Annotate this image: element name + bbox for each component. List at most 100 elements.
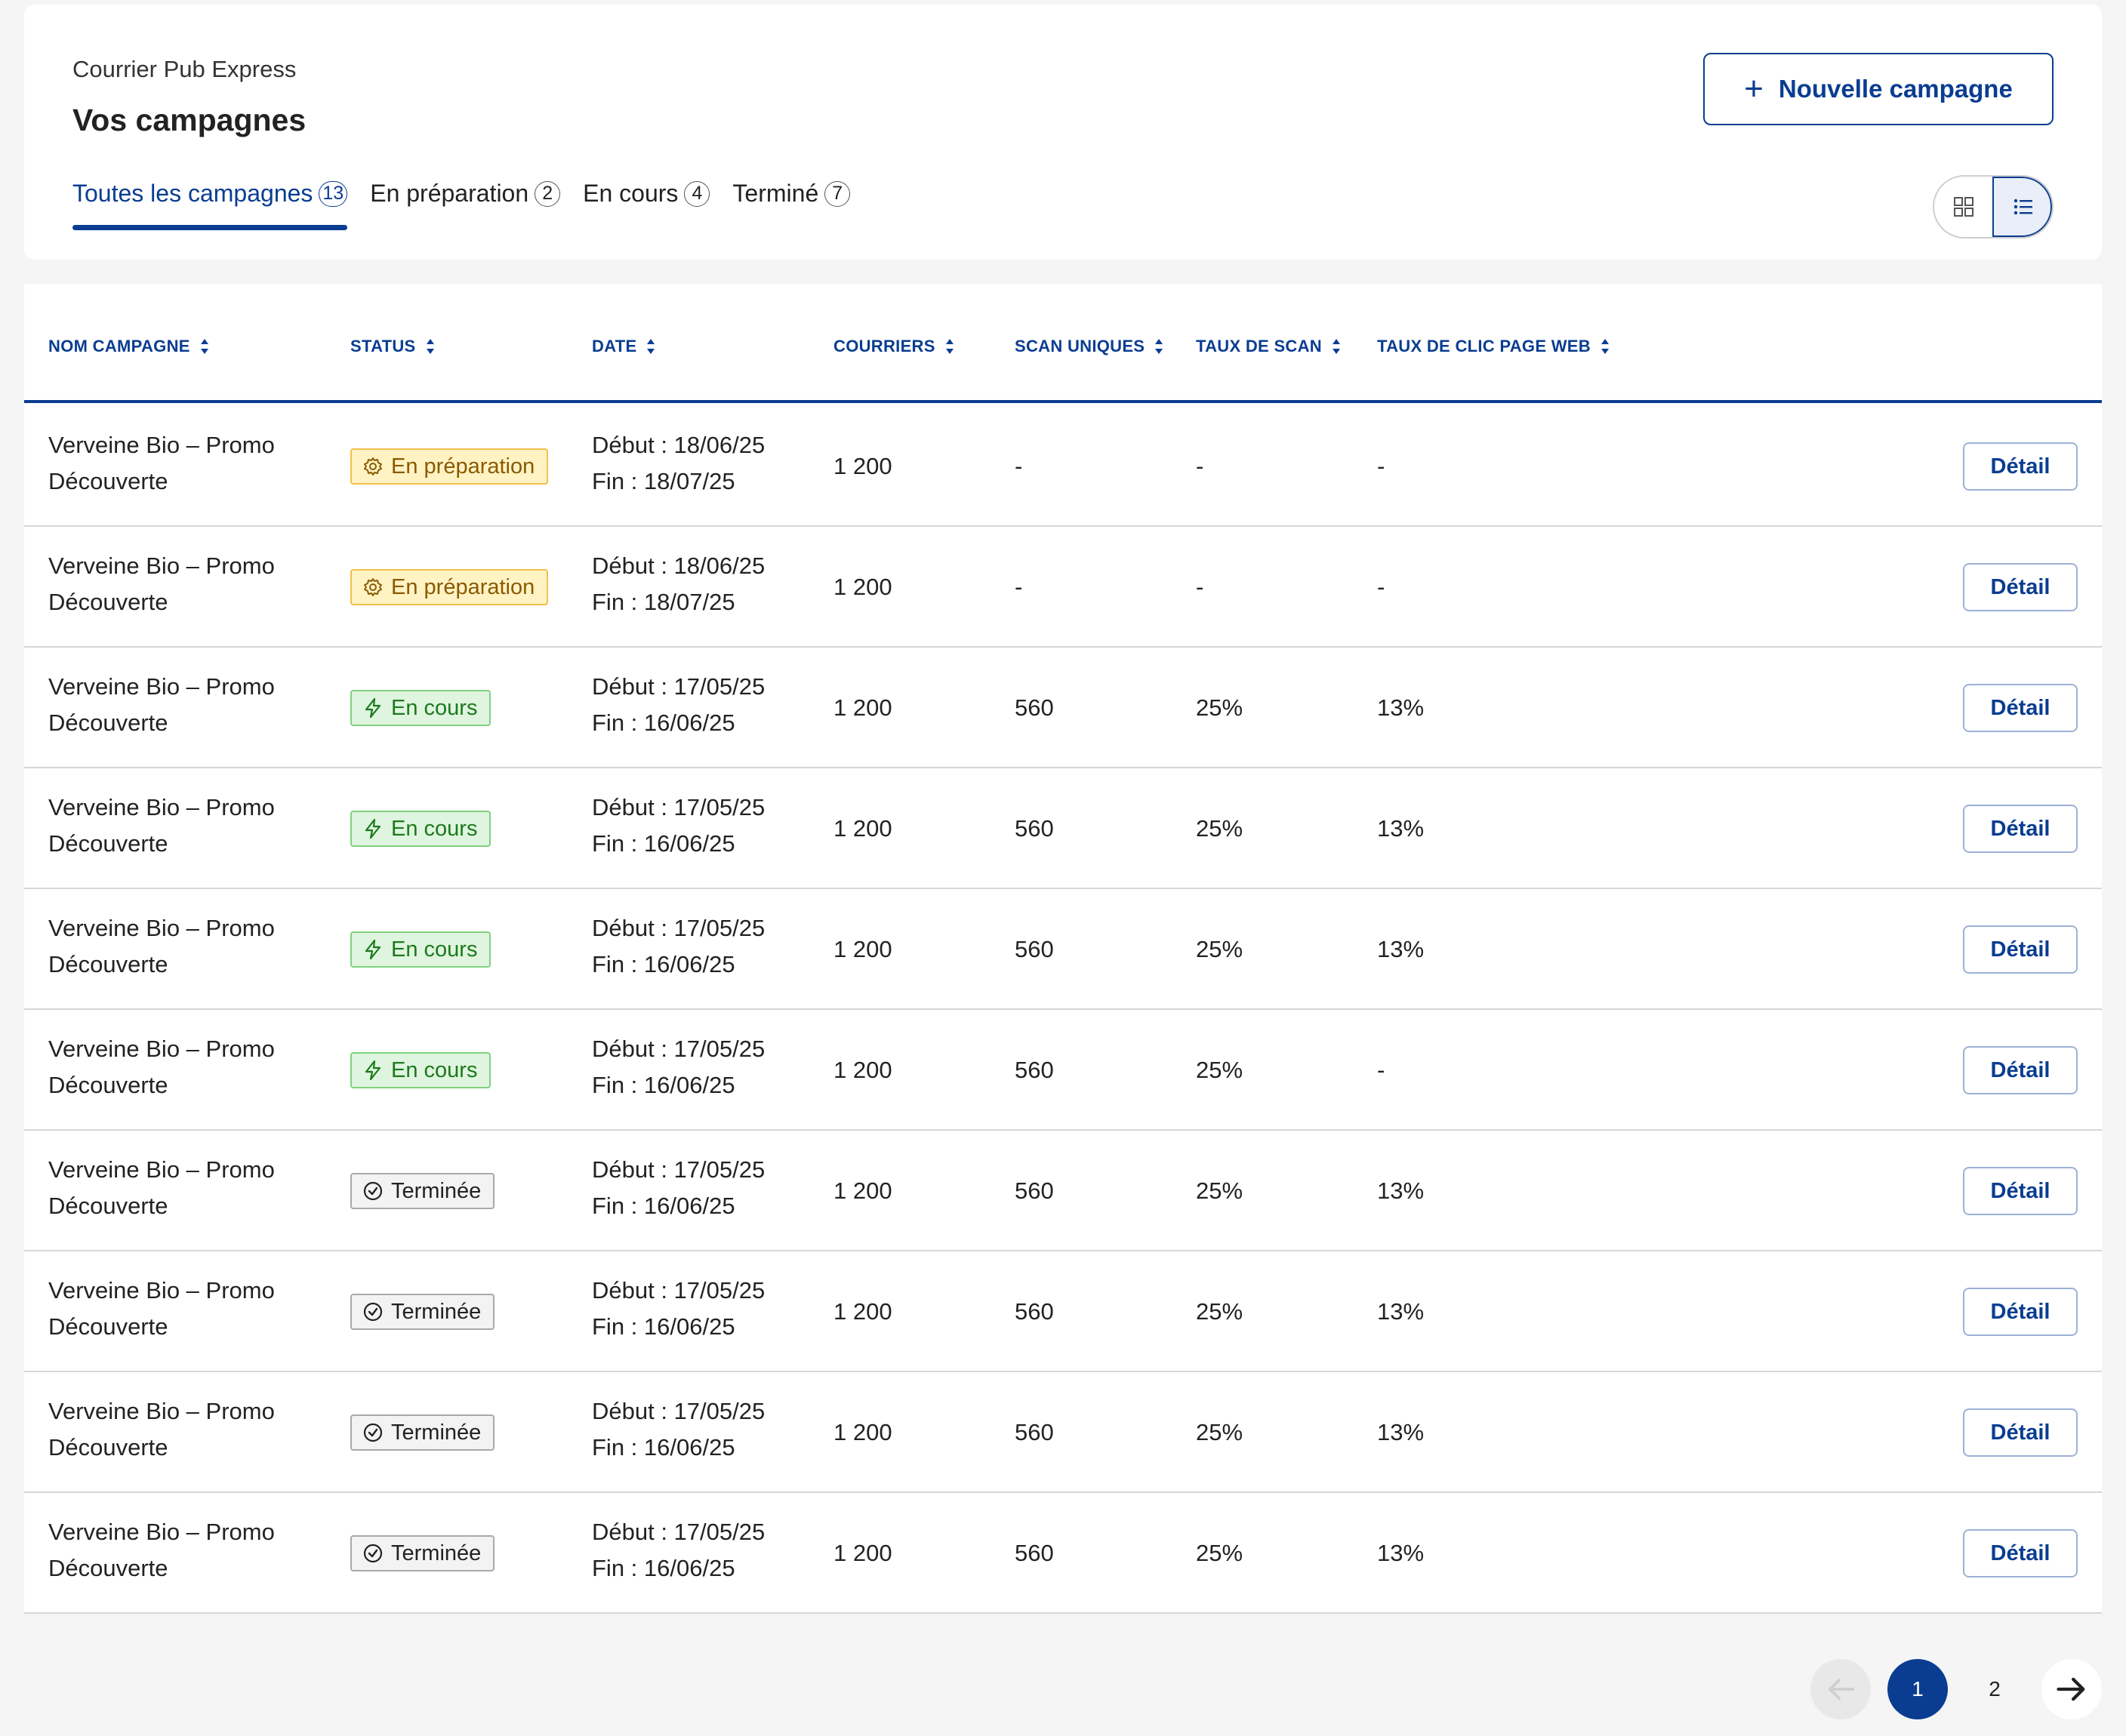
tab-termine[interactable]: Terminé 7 (732, 180, 851, 230)
tab-label: En cours (583, 180, 679, 207)
courriers-value: 1 200 (833, 453, 892, 479)
grid-view-button[interactable] (1934, 177, 1992, 237)
courriers-value: 1 200 (833, 1298, 892, 1325)
end-date: Fin : 16/06/25 (592, 709, 735, 736)
end-date: Fin : 16/06/25 (592, 830, 735, 857)
campaign-dates: Début : 17/05/25 Fin : 16/06/25 (592, 1031, 765, 1103)
sort-icon (200, 339, 208, 354)
check-circle-icon (363, 1544, 383, 1563)
start-date: Début : 18/06/25 (592, 553, 766, 579)
status-label: En cours (391, 1057, 478, 1082)
campaign-tabs: Toutes les campagnes 13 En préparation 2… (72, 180, 851, 230)
check-circle-icon (363, 1302, 383, 1322)
detail-button[interactable]: Détail (1963, 684, 2078, 732)
status-label: En cours (391, 937, 478, 962)
column-header-name[interactable]: NOM CAMPAGNE (48, 337, 210, 356)
start-date: Début : 17/05/25 (592, 794, 766, 820)
scan-rate-value: 25% (1196, 1057, 1243, 1083)
campaign-dates: Début : 17/05/25 Fin : 16/06/25 (592, 1152, 765, 1224)
tab-label: Terminé (732, 180, 819, 207)
table-header: NOM CAMPAGNE STATUS DATE COURRIERS SCAN … (24, 284, 2102, 403)
sort-icon (647, 339, 655, 354)
status-label: En cours (391, 816, 478, 841)
status-badge-en-cours: En cours (350, 811, 491, 847)
detail-button[interactable]: Détail (1963, 1046, 2078, 1094)
table-row: Verveine Bio – Promo Découverte En cours D… (24, 648, 2102, 768)
scans-value: 560 (1015, 1177, 1054, 1204)
check-circle-icon (363, 1181, 383, 1201)
detail-button[interactable]: Détail (1963, 1167, 2078, 1215)
start-date: Début : 17/05/25 (592, 1277, 766, 1304)
scan-rate-value: - (1196, 453, 1204, 479)
click-rate-value: - (1377, 574, 1385, 600)
column-header-date[interactable]: DATE (592, 337, 656, 356)
next-page-button[interactable] (2041, 1659, 2102, 1719)
courriers-value: 1 200 (833, 1540, 892, 1566)
status-badge-en-cours: En cours (350, 690, 491, 726)
page-button-2[interactable]: 2 (1964, 1659, 2025, 1719)
detail-button[interactable]: Détail (1963, 442, 2078, 491)
start-date: Début : 17/05/25 (592, 673, 766, 700)
campaign-name: Verveine Bio – Promo Découverte (48, 553, 275, 615)
arrow-right-icon (2057, 1677, 2085, 1701)
grid-view-icon (1953, 197, 1973, 217)
end-date: Fin : 16/06/25 (592, 1313, 735, 1340)
arrow-left-icon (1829, 1679, 1854, 1700)
start-date: Début : 17/05/25 (592, 1156, 766, 1183)
scan-rate-value: 25% (1196, 1298, 1243, 1325)
lightning-icon (365, 818, 381, 839)
column-header-status[interactable]: STATUS (350, 337, 436, 356)
column-header-courriers[interactable]: COURRIERS (833, 337, 955, 356)
table-row: Verveine Bio – Promo Découverte Terminée D… (24, 1251, 2102, 1372)
scans-value: 560 (1015, 1540, 1054, 1566)
detail-button[interactable]: Détail (1963, 1288, 2078, 1336)
status-label: Terminée (391, 1299, 482, 1324)
courriers-value: 1 200 (833, 815, 892, 842)
scan-rate-value: 25% (1196, 694, 1243, 721)
new-campaign-button[interactable]: + Nouvelle campagne (1703, 53, 2054, 125)
column-label: STATUS (350, 337, 416, 356)
tab-en-cours[interactable]: En cours 4 (583, 180, 710, 230)
sort-icon (945, 339, 954, 354)
start-date: Début : 17/05/25 (592, 915, 766, 941)
detail-button[interactable]: Détail (1963, 1408, 2078, 1457)
tab-count: 4 (684, 180, 710, 207)
tab-all[interactable]: Toutes les campagnes 13 (72, 180, 348, 230)
campaign-name: Verveine Bio – Promo Découverte (48, 1156, 275, 1219)
page-button-1[interactable]: 1 (1887, 1659, 1948, 1719)
scans-value: 560 (1015, 815, 1054, 842)
list-view-button[interactable] (1992, 177, 2052, 237)
new-campaign-label: Nouvelle campagne (1778, 75, 2013, 103)
campaign-dates: Début : 17/05/25 Fin : 16/06/25 (592, 1393, 765, 1466)
detail-button[interactable]: Détail (1963, 1529, 2078, 1577)
detail-button[interactable]: Détail (1963, 925, 2078, 974)
scans-value: 560 (1015, 1057, 1054, 1083)
view-toggle (1933, 175, 2054, 239)
tab-preparation[interactable]: En préparation 2 (370, 180, 561, 230)
previous-page-button[interactable] (1810, 1659, 1871, 1719)
column-header-scan-rate[interactable]: TAUX DE SCAN (1196, 337, 1342, 356)
click-rate-value: 13% (1377, 694, 1425, 721)
lightning-icon (365, 697, 381, 719)
start-date: Début : 17/05/25 (592, 1398, 766, 1424)
scans-value: 560 (1015, 1419, 1054, 1445)
scans-value: 560 (1015, 1298, 1054, 1325)
lightning-icon (365, 1060, 381, 1081)
sort-icon (426, 339, 434, 354)
detail-button[interactable]: Détail (1963, 563, 2078, 611)
status-label: Terminée (391, 1541, 482, 1565)
scan-rate-value: 25% (1196, 1540, 1243, 1566)
column-header-scans[interactable]: SCAN UNIQUES (1015, 337, 1164, 356)
scan-rate-value: 25% (1196, 936, 1243, 962)
column-header-click-rate[interactable]: TAUX DE CLIC PAGE WEB (1377, 337, 1610, 356)
column-label: SCAN UNIQUES (1015, 337, 1145, 356)
sort-icon (1155, 339, 1163, 354)
click-rate-value: 13% (1377, 1177, 1425, 1204)
status-badge-preparation: En préparation (350, 448, 549, 485)
detail-button[interactable]: Détail (1963, 805, 2078, 853)
campaign-name: Verveine Bio – Promo Découverte (48, 794, 275, 857)
start-date: Début : 17/05/25 (592, 1036, 766, 1062)
courriers-value: 1 200 (833, 574, 892, 600)
scans-value: 560 (1015, 936, 1054, 962)
scans-value: - (1015, 574, 1023, 600)
